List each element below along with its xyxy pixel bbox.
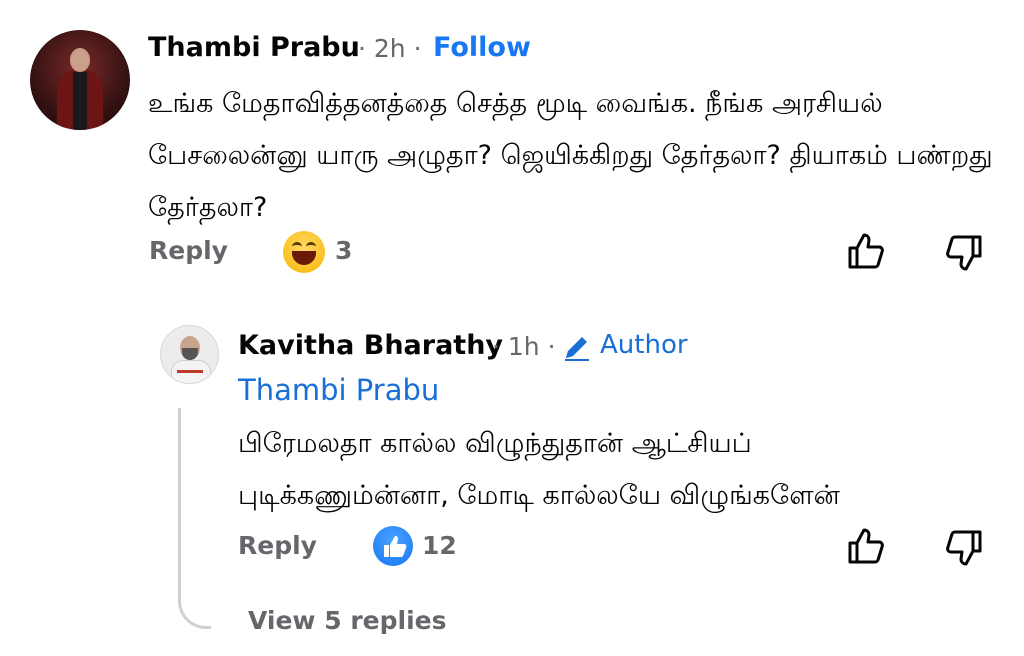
thumbs-up-icon[interactable] bbox=[846, 231, 886, 271]
reply-author-avatar[interactable] bbox=[160, 325, 219, 384]
reply-author-name[interactable]: Kavitha Bharathy bbox=[238, 330, 503, 361]
separator-dot: · bbox=[492, 332, 500, 361]
reaction-count[interactable]: 12 bbox=[422, 531, 457, 560]
commenter-avatar[interactable] bbox=[30, 30, 130, 130]
reply-text: பிரேமலதா கால்ல விழுந்துதான் ஆட்சியப் புட… bbox=[238, 428, 840, 511]
author-badge: Author bbox=[600, 330, 688, 360]
follow-button[interactable]: Follow bbox=[433, 32, 531, 63]
laughing-emoji-icon[interactable] bbox=[283, 231, 325, 273]
view-replies-link[interactable]: View 5 replies bbox=[248, 606, 447, 635]
time-label: 1h bbox=[507, 332, 540, 361]
reply-button[interactable]: Reply bbox=[238, 531, 317, 560]
separator-dot: · bbox=[413, 34, 422, 63]
separator-dot: · bbox=[358, 34, 366, 63]
like-icon[interactable] bbox=[373, 526, 413, 566]
thumbs-down-icon[interactable] bbox=[944, 233, 984, 273]
comment-time: · 2h · bbox=[358, 34, 422, 63]
time-label: 2h bbox=[373, 34, 406, 63]
pencil-icon bbox=[565, 337, 589, 361]
thumbs-up-icon[interactable] bbox=[846, 526, 886, 566]
reply-time: · 1h · bbox=[492, 332, 556, 361]
separator-dot: · bbox=[547, 332, 556, 361]
thread-connector-line bbox=[178, 408, 211, 629]
reaction-count[interactable]: 3 bbox=[335, 236, 352, 265]
reply-button[interactable]: Reply bbox=[149, 236, 228, 265]
thumbs-down-icon[interactable] bbox=[944, 528, 984, 568]
mention-link[interactable]: Thambi Prabu bbox=[238, 373, 439, 407]
comment-author-name[interactable]: Thambi Prabu bbox=[148, 32, 360, 63]
comment-text: உங்க மேதாவித்தனத்தை செத்த மூடி வைங்க. நீ… bbox=[148, 88, 993, 223]
